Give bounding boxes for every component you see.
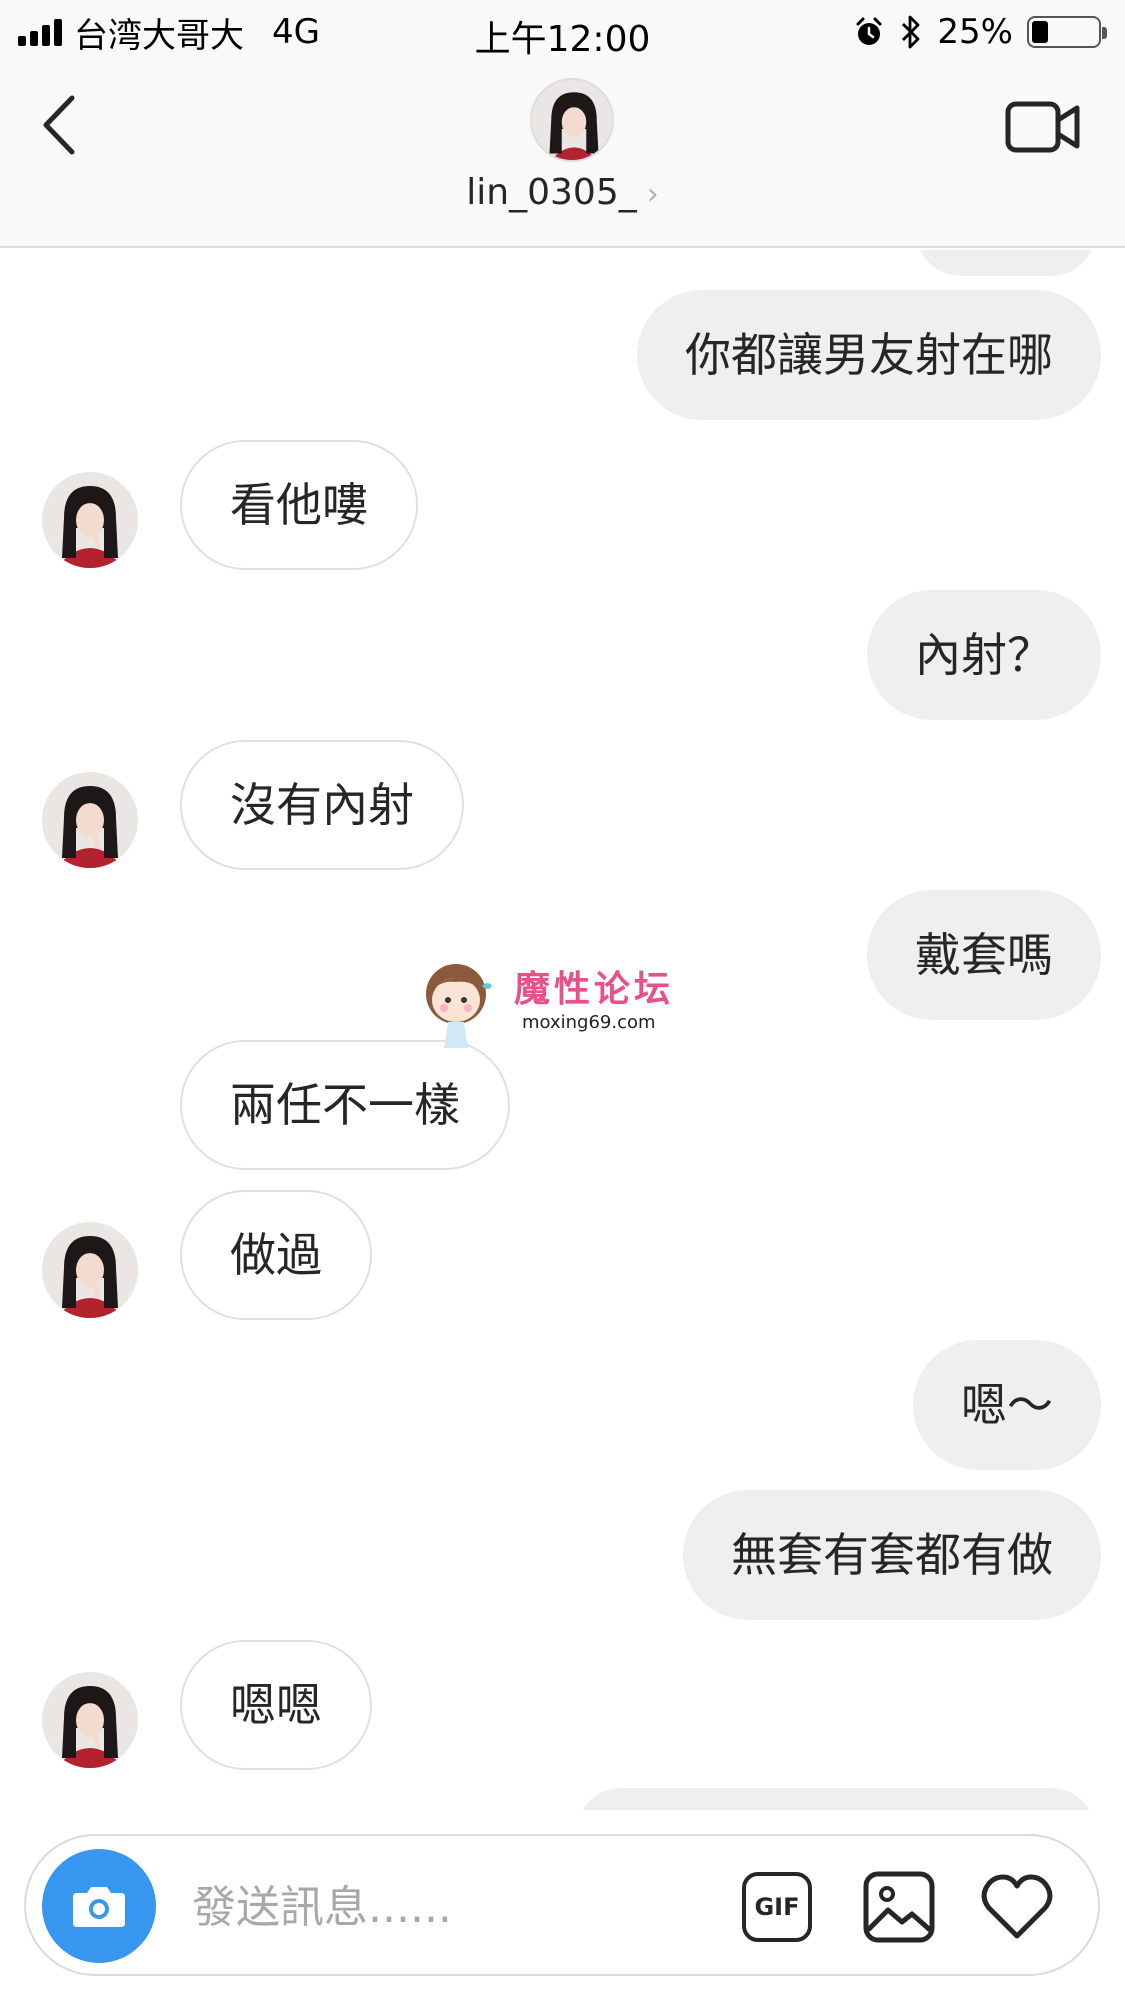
sender-avatar[interactable] <box>42 472 138 568</box>
heart-icon[interactable] <box>980 1872 1054 1942</box>
avatar-photo <box>42 1672 138 1768</box>
message-bubble-partial <box>576 1788 1096 1810</box>
message-bubble-sent[interactable]: 內射？ <box>867 590 1101 720</box>
watermark-title: 魔性论坛 <box>514 969 675 1010</box>
message-input[interactable] <box>192 1872 712 1942</box>
image-icon[interactable] <box>862 1870 936 1944</box>
battery-fill <box>1032 21 1048 43</box>
battery-percent: 25% <box>937 12 1013 52</box>
message-bubble-received[interactable]: 做過 <box>180 1190 372 1320</box>
status-bar: 台湾大哥大 4G 上午12:00 25% <box>0 0 1125 62</box>
watermark: 魔性论坛 moxing69.com <box>418 948 698 1058</box>
sender-avatar[interactable] <box>42 1222 138 1318</box>
message-bubble-partial <box>916 250 1096 276</box>
bluetooth-icon <box>902 15 920 49</box>
chat-username[interactable]: lin_0305_ › <box>0 172 1125 213</box>
message-bubble-sent[interactable]: 戴套嗎 <box>867 890 1101 1020</box>
message-bubble-received[interactable]: 沒有內射 <box>180 740 464 870</box>
sender-avatar[interactable] <box>42 1672 138 1768</box>
message-bubble-received[interactable]: 看他嘍 <box>180 440 418 570</box>
battery-icon <box>1027 16 1107 48</box>
watermark-url: moxing69.com <box>522 1012 656 1033</box>
alarm-icon <box>856 17 882 45</box>
header-avatar[interactable] <box>530 78 614 162</box>
gif-button[interactable]: GIF <box>742 1872 812 1942</box>
camera-button[interactable] <box>42 1849 156 1963</box>
avatar-photo <box>42 1222 138 1318</box>
chevron-right-icon: › <box>646 177 659 212</box>
message-bubble-sent[interactable]: 無套有套都有做 <box>683 1490 1101 1620</box>
watermark-mascot <box>426 964 492 1048</box>
camera-icon <box>73 1887 125 1927</box>
chevron-left-icon[interactable] <box>30 90 90 160</box>
avatar-photo <box>42 772 138 868</box>
message-bubble-received[interactable]: 兩任不一樣 <box>180 1040 510 1170</box>
avatar-photo <box>42 472 138 568</box>
chat-header: lin_0305_ › <box>0 62 1125 248</box>
message-composer: GIF <box>24 1834 1100 1976</box>
username-text: lin_0305_ <box>466 172 637 213</box>
sender-avatar[interactable] <box>42 772 138 868</box>
message-bubble-received[interactable]: 嗯嗯 <box>180 1640 372 1770</box>
message-bubble-sent[interactable]: 嗯～ <box>913 1340 1101 1470</box>
video-camera-icon[interactable] <box>1005 96 1081 158</box>
gif-label: GIF <box>754 1893 800 1921</box>
avatar-photo <box>532 80 612 160</box>
message-bubble-sent[interactable]: 你都讓男友射在哪 <box>637 290 1101 420</box>
status-right: 25% <box>853 10 1107 54</box>
